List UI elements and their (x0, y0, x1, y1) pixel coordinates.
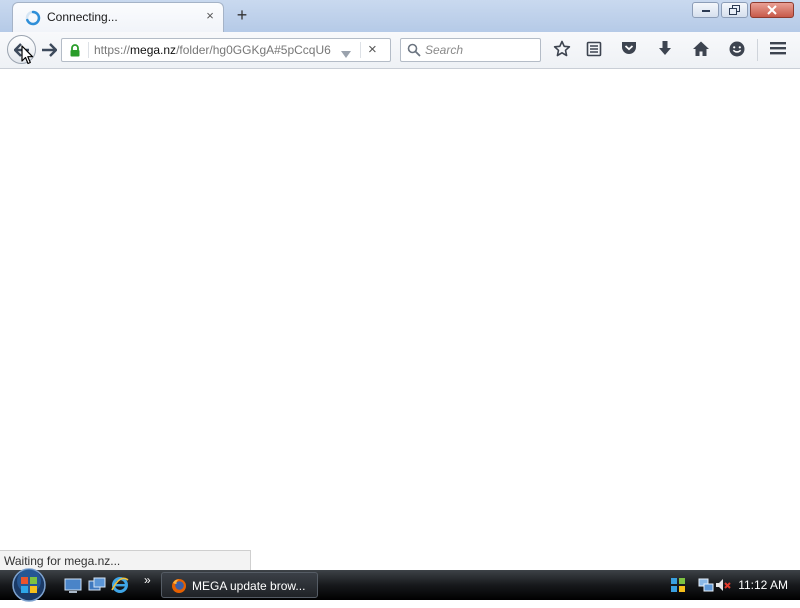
internet-explorer-icon[interactable] (111, 576, 129, 594)
home-icon[interactable] (690, 40, 712, 62)
start-button[interactable] (9, 567, 49, 603)
divider (360, 42, 361, 58)
volume-muted-icon[interactable] (715, 577, 731, 593)
url-path: /folder/hg0GGKgA#5pCcqU6 (176, 43, 331, 57)
pocket-icon[interactable] (618, 40, 640, 62)
network-icon[interactable] (698, 577, 714, 593)
forward-arrow-icon (42, 43, 57, 57)
quicklaunch-more-button[interactable]: » (144, 573, 151, 587)
system-clock[interactable]: 11:12 AM (738, 578, 788, 592)
minimize-button[interactable] (692, 2, 719, 18)
title-bar: Connecting... × + (0, 0, 800, 33)
tab-active[interactable]: Connecting... × (12, 2, 224, 32)
secure-lock-icon[interactable] (69, 44, 81, 62)
download-icon[interactable] (654, 40, 676, 62)
address-bar[interactable]: https://mega.nz/folder/hg0GGKgA#5pCcqU6 … (61, 38, 391, 62)
firefox-icon (171, 578, 187, 597)
url-text[interactable]: https://mega.nz/folder/hg0GGKgA#5pCcqU6 (94, 43, 331, 57)
stop-button[interactable]: × (368, 42, 377, 58)
show-desktop-icon[interactable] (64, 576, 82, 594)
close-window-button[interactable] (750, 2, 794, 18)
switch-windows-icon[interactable] (88, 576, 106, 594)
reading-list-icon[interactable] (583, 40, 605, 62)
page-content (0, 69, 800, 570)
tab-close-button[interactable]: × (203, 9, 217, 23)
windows-update-icon[interactable] (670, 577, 686, 593)
history-dropdown-icon[interactable] (340, 46, 352, 64)
search-input[interactable] (425, 41, 535, 59)
search-icon[interactable] (407, 43, 421, 62)
forward-button[interactable] (37, 40, 61, 60)
taskbar: » MEGA update brow... 11:12 AM (0, 567, 800, 603)
tab-title: Connecting... (47, 10, 118, 24)
divider (757, 39, 758, 61)
loading-spinner-icon (25, 10, 41, 26)
mouse-cursor-icon (21, 45, 34, 70)
system-tray: 11:12 AM (662, 570, 800, 600)
new-tab-button[interactable]: + (232, 6, 252, 25)
menu-icon[interactable] (767, 40, 789, 62)
restore-button[interactable] (721, 2, 748, 18)
nav-toolbar: https://mega.nz/folder/hg0GGKgA#5pCcqU6 … (0, 32, 800, 69)
hello-icon[interactable] (726, 40, 748, 62)
taskbar-firefox-window[interactable]: MEGA update brow... (161, 572, 318, 598)
search-box[interactable] (400, 38, 541, 62)
taskbar-window-title: MEGA update brow... (192, 579, 306, 593)
url-host: mega.nz (130, 43, 177, 57)
url-scheme: https:// (94, 43, 131, 57)
bookmark-star-icon[interactable] (551, 40, 573, 62)
window-controls (690, 2, 794, 20)
divider (88, 42, 89, 58)
